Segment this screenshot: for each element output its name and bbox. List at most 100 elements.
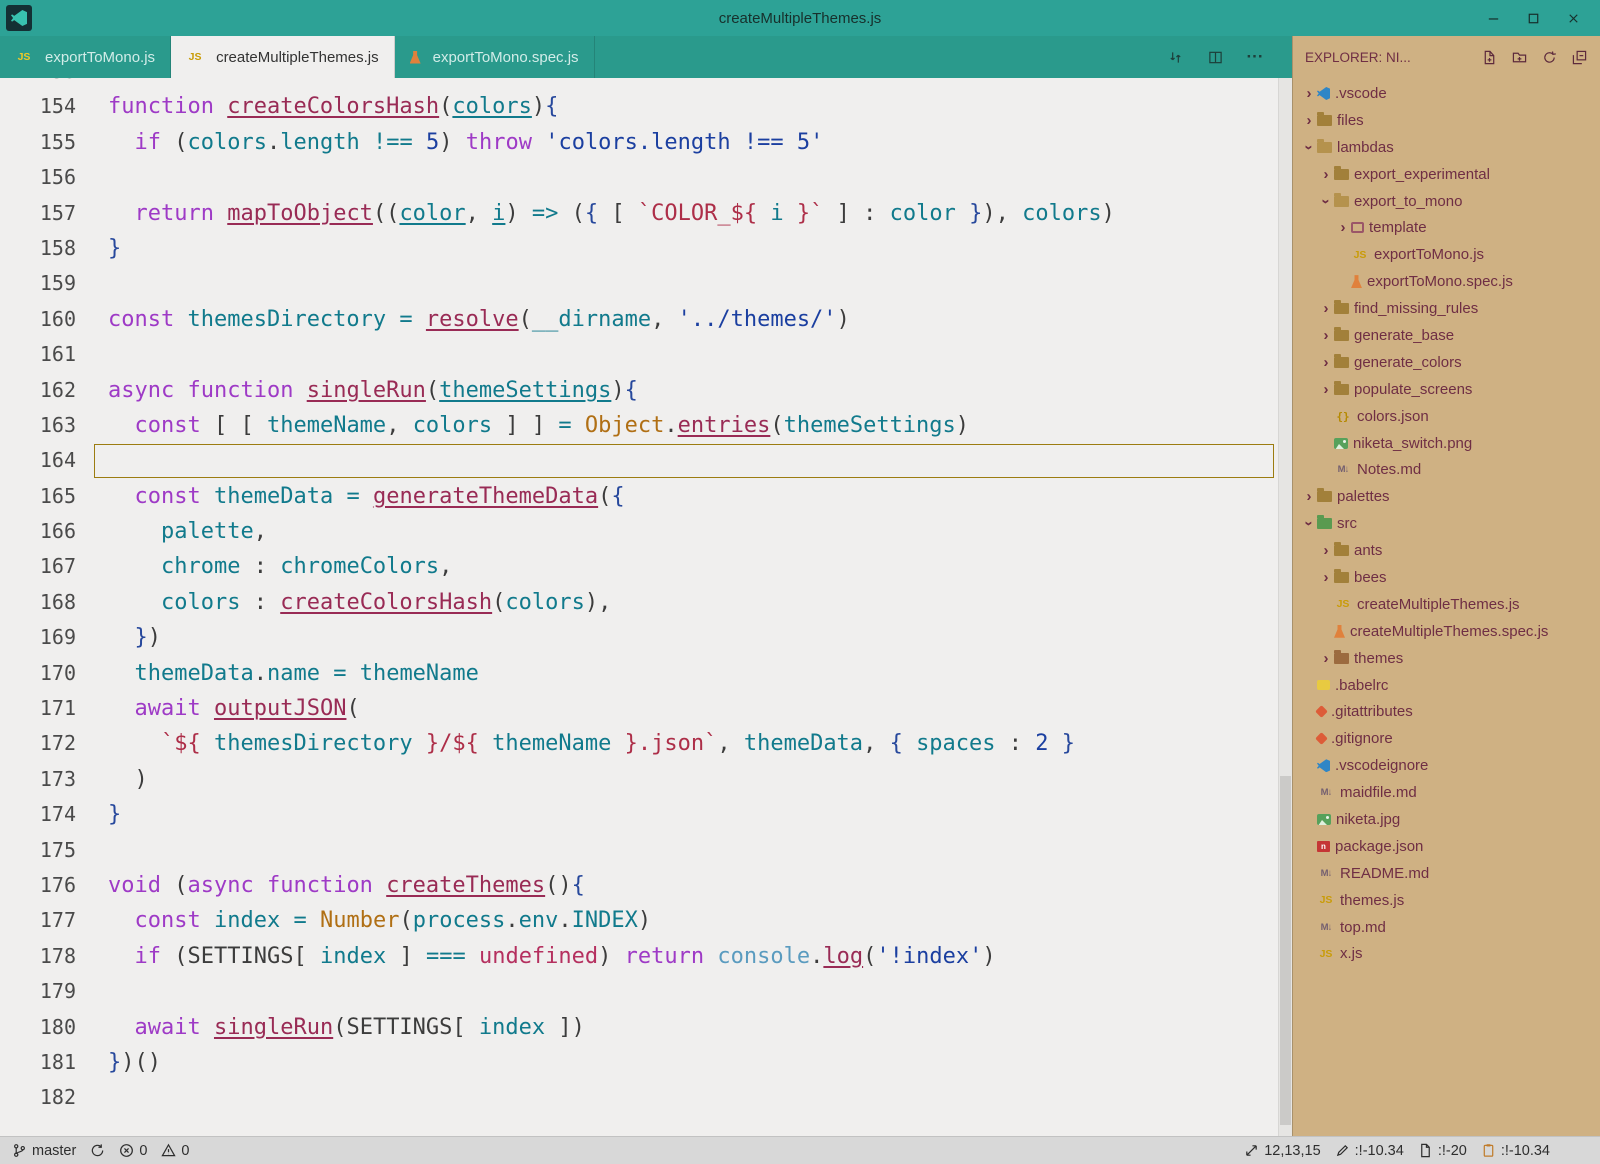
refresh-icon[interactable] [1540, 48, 1558, 66]
tree-item-find_missing_rules[interactable]: ›find_missing_rules [1293, 295, 1600, 322]
line-number[interactable]: 155 [0, 125, 76, 160]
line-number[interactable]: 181 [0, 1045, 76, 1080]
new-folder-icon[interactable] [1510, 48, 1528, 66]
code-line-164[interactable]: 164 [0, 443, 1278, 478]
line-number[interactable]: 176 [0, 868, 76, 903]
tree-item-createMultipleThemes.spec.js[interactable]: createMultipleThemes.spec.js [1293, 618, 1600, 645]
line-number[interactable]: 169 [0, 620, 76, 655]
line-number[interactable]: 180 [0, 1010, 76, 1045]
tree-item-niketa.jpg[interactable]: niketa.jpg [1293, 806, 1600, 833]
tree-item-generate_base[interactable]: ›generate_base [1293, 322, 1600, 349]
tree-item-template[interactable]: ›template [1293, 214, 1600, 241]
line-number[interactable]: 162 [0, 373, 76, 408]
tree-item-niketa_switch.png[interactable]: niketa_switch.png [1293, 430, 1600, 457]
tree-item-generate_colors[interactable]: ›generate_colors [1293, 349, 1600, 376]
tab-exportToMono.spec.js[interactable]: exportToMono.spec.js [395, 36, 595, 78]
tree-item-colors.json[interactable]: {}colors.json [1293, 403, 1600, 430]
line-number[interactable]: 153 [0, 78, 76, 89]
line-number[interactable]: 165 [0, 479, 76, 514]
line-number[interactable]: 157 [0, 196, 76, 231]
code-line-169[interactable]: 169 }) [0, 620, 1278, 655]
code-line-159[interactable]: 159 [0, 266, 1278, 301]
code-line-156[interactable]: 156 [0, 160, 1278, 195]
line-number[interactable]: 168 [0, 585, 76, 620]
code-line-157[interactable]: 157 return mapToObject((color, i) => ({ … [0, 196, 1278, 231]
code-line-168[interactable]: 168 colors : createColorsHash(colors), [0, 585, 1278, 620]
code-line-163[interactable]: 163 const [ [ themeName, colors ] ] = Ob… [0, 408, 1278, 443]
line-number[interactable]: 156 [0, 160, 76, 195]
scrollbar-thumb[interactable] [1280, 776, 1291, 1125]
status-warnings[interactable]: 0 [161, 1143, 189, 1159]
code-area[interactable]: 153154function createColorsHash(colors){… [0, 78, 1278, 1136]
code-line-176[interactable]: 176void (async function createThemes(){ [0, 868, 1278, 903]
line-number[interactable]: 160 [0, 302, 76, 337]
tree-item-.babelrc[interactable]: .babelrc [1293, 672, 1600, 699]
line-number[interactable]: 172 [0, 726, 76, 761]
code-line-153[interactable]: 153 [0, 78, 1278, 89]
tree-item-themes.js[interactable]: JSthemes.js [1293, 887, 1600, 914]
code-line-165[interactable]: 165 const themeData = generateThemeData(… [0, 479, 1278, 514]
line-number[interactable]: 178 [0, 939, 76, 974]
tree-item-export_experimental[interactable]: ›export_experimental [1293, 161, 1600, 188]
tree-item-src[interactable]: ›src [1293, 510, 1600, 537]
tree-item-files[interactable]: ›files [1293, 107, 1600, 134]
line-number[interactable]: 163 [0, 408, 76, 443]
tree-item-createMultipleThemes.js[interactable]: JScreateMultipleThemes.js [1293, 591, 1600, 618]
line-number[interactable]: 177 [0, 903, 76, 938]
status-file-stat[interactable]: :!-20 [1418, 1143, 1467, 1159]
tree-item-.vscodeignore[interactable]: .vscodeignore [1293, 752, 1600, 779]
collapse-all-icon[interactable] [1570, 48, 1588, 66]
code-line-178[interactable]: 178 if (SETTINGS[ index ] === undefined)… [0, 939, 1278, 974]
line-number[interactable]: 182 [0, 1080, 76, 1115]
tree-item-.gitattributes[interactable]: .gitattributes [1293, 698, 1600, 725]
status-errors[interactable]: 0 [119, 1143, 147, 1159]
tree-item-.gitignore[interactable]: .gitignore [1293, 725, 1600, 752]
line-number[interactable]: 166 [0, 514, 76, 549]
line-number[interactable]: 173 [0, 762, 76, 797]
tree-item-themes[interactable]: ›themes [1293, 645, 1600, 672]
tree-item-bees[interactable]: ›bees [1293, 564, 1600, 591]
code-line-154[interactable]: 154function createColorsHash(colors){ [0, 89, 1278, 124]
tab-createMultipleThemes.js[interactable]: JScreateMultipleThemes.js [171, 36, 395, 78]
code-line-170[interactable]: 170 themeData.name = themeName [0, 656, 1278, 691]
line-number[interactable]: 167 [0, 549, 76, 584]
tree-item-top.md[interactable]: M↓top.md [1293, 914, 1600, 941]
tree-item-.vscode[interactable]: ›.vscode [1293, 80, 1600, 107]
code-line-171[interactable]: 171 await outputJSON( [0, 691, 1278, 726]
tree-item-exportToMono.js[interactable]: JSexportToMono.js [1293, 241, 1600, 268]
status-clipboard-stat[interactable]: :!-10.34 [1481, 1143, 1550, 1159]
code-line-182[interactable]: 182 [0, 1080, 1278, 1115]
editor-scrollbar[interactable] [1278, 78, 1292, 1136]
compare-icon[interactable] [1166, 48, 1184, 66]
line-number[interactable]: 170 [0, 656, 76, 691]
code-line-162[interactable]: 162async function singleRun(themeSetting… [0, 373, 1278, 408]
code-line-161[interactable]: 161 [0, 337, 1278, 372]
line-number[interactable]: 154 [0, 89, 76, 124]
tree-item-ants[interactable]: ›ants [1293, 537, 1600, 564]
split-editor-icon[interactable] [1206, 48, 1224, 66]
line-number[interactable]: 179 [0, 974, 76, 1009]
line-number[interactable]: 161 [0, 337, 76, 372]
tree-item-maidfile.md[interactable]: M↓maidfile.md [1293, 779, 1600, 806]
new-file-icon[interactable] [1480, 48, 1498, 66]
tree-item-x.js[interactable]: JSx.js [1293, 941, 1600, 968]
status-edit-stat[interactable]: :!-10.34 [1335, 1143, 1404, 1159]
status-sync[interactable] [90, 1143, 105, 1158]
code-line-158[interactable]: 158} [0, 231, 1278, 266]
tree-item-palettes[interactable]: ›palettes [1293, 483, 1600, 510]
tree-item-lambdas[interactable]: ›lambdas [1293, 134, 1600, 161]
code-line-173[interactable]: 173 ) [0, 762, 1278, 797]
status-cursor-position[interactable]: 12,13,15 [1244, 1143, 1320, 1159]
line-number[interactable]: 164 [0, 443, 76, 478]
tab-exportToMono.js[interactable]: JSexportToMono.js [0, 36, 171, 78]
code-line-175[interactable]: 175 [0, 833, 1278, 868]
line-number[interactable]: 175 [0, 833, 76, 868]
code-line-167[interactable]: 167 chrome : chromeColors, [0, 549, 1278, 584]
code-line-155[interactable]: 155 if (colors.length !== 5) throw 'colo… [0, 125, 1278, 160]
tree-item-Notes.md[interactable]: M↓Notes.md [1293, 456, 1600, 483]
line-number[interactable]: 171 [0, 691, 76, 726]
minimize-button[interactable] [1476, 4, 1510, 32]
code-line-160[interactable]: 160const themesDirectory = resolve(__dir… [0, 302, 1278, 337]
tree-item-populate_screens[interactable]: ›populate_screens [1293, 376, 1600, 403]
maximize-button[interactable] [1516, 4, 1550, 32]
